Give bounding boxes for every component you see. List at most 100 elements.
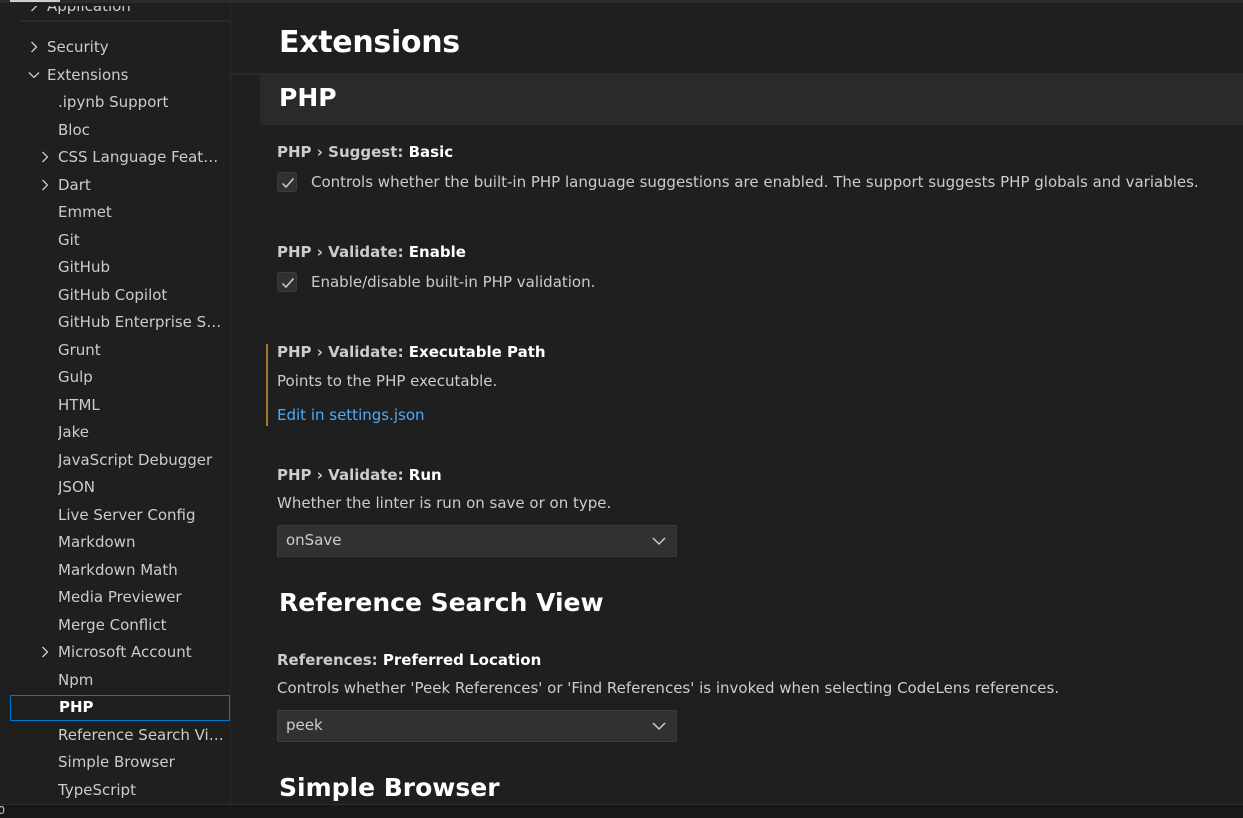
sidebar-item-typescript[interactable]: TypeScript bbox=[10, 778, 230, 804]
sidebar-item-security[interactable]: Security bbox=[10, 35, 230, 61]
setting-key: Run bbox=[408, 466, 442, 484]
status-text: 0 bbox=[0, 804, 5, 817]
sidebar-item-label: TypeScript bbox=[58, 781, 136, 799]
setting-description: Controls whether the built-in PHP langua… bbox=[311, 173, 1199, 191]
sidebar-item-grunt[interactable]: Grunt bbox=[10, 338, 230, 364]
preferred-location-select[interactable]: peek bbox=[277, 710, 677, 742]
sidebar-item-label: PHP bbox=[59, 698, 94, 716]
sidebar-item-label: Extensions bbox=[47, 66, 129, 84]
active-tab-indicator bbox=[10, 0, 60, 2]
setting-category: PHP › Suggest: bbox=[277, 143, 409, 161]
sidebar-item-label: JSON bbox=[58, 478, 95, 496]
sidebar-item-microsoft-account[interactable]: Microsoft Account bbox=[10, 640, 230, 666]
sidebar-item-git[interactable]: Git bbox=[10, 228, 230, 254]
edit-in-settings-json-link[interactable]: Edit in settings.json bbox=[277, 405, 1227, 425]
sidebar-item-reference-search-view[interactable]: Reference Search View bbox=[10, 723, 230, 749]
sidebar-item-npm[interactable]: Npm bbox=[10, 668, 230, 694]
validate-enable-checkbox[interactable] bbox=[277, 272, 297, 292]
setting-php-suggest-basic: PHP › Suggest: Basic Controls whether th… bbox=[277, 142, 1227, 196]
chevron-right-icon[interactable] bbox=[26, 35, 42, 59]
sidebar-item-label: Npm bbox=[58, 671, 94, 689]
sidebar-item-label: Grunt bbox=[58, 341, 101, 359]
sidebar-item-html[interactable]: HTML bbox=[10, 393, 230, 419]
sidebar-item-label: Microsoft Account bbox=[58, 643, 192, 661]
setting-title: PHP › Validate: Run bbox=[277, 465, 1227, 485]
setting-description: Points to the PHP executable. bbox=[277, 372, 498, 390]
validate-run-select[interactable]: onSave bbox=[277, 525, 677, 557]
setting-php-validate-run: PHP › Validate: Run Whether the linter i… bbox=[277, 465, 1227, 557]
setting-key: Enable bbox=[408, 243, 466, 261]
sidebar-item-label: Dart bbox=[58, 176, 91, 194]
sidebar-item-markdown[interactable]: Markdown bbox=[10, 530, 230, 556]
suggest-basic-checkbox[interactable] bbox=[277, 172, 297, 192]
sidebar-item-javascript-debugger[interactable]: JavaScript Debugger bbox=[10, 448, 230, 474]
sidebar-item-json[interactable]: JSON bbox=[10, 475, 230, 501]
sidebar-item-label: Git bbox=[58, 231, 80, 249]
chevron-down-icon[interactable] bbox=[26, 63, 42, 87]
select-value: peek bbox=[286, 716, 323, 734]
sidebar-item-github[interactable]: GitHub bbox=[10, 255, 230, 281]
sidebar-item-bloc[interactable]: Bloc bbox=[10, 118, 230, 144]
sidebar-item-github-enterprise-server-authentication-provider[interactable]: GitHub Enterprise Server Authentication … bbox=[10, 310, 230, 336]
group-title-simple-browser: Simple Browser bbox=[279, 773, 500, 802]
setting-key: Basic bbox=[408, 143, 454, 161]
sidebar-item-markdown-math[interactable]: Markdown Math bbox=[10, 558, 230, 584]
status-bar: 0 bbox=[0, 804, 1243, 818]
sidebar-item-dart[interactable]: Dart bbox=[10, 173, 230, 199]
setting-category: PHP › Validate: bbox=[277, 466, 409, 484]
chevron-right-icon[interactable] bbox=[37, 640, 53, 664]
setting-title: References: Preferred Location bbox=[277, 650, 1227, 670]
checkbox-row: Controls whether the built-in PHP langua… bbox=[277, 172, 1227, 196]
sidebar-item-merge-conflict[interactable]: Merge Conflict bbox=[10, 613, 230, 639]
sidebar-item-label: Emmet bbox=[58, 203, 112, 221]
sidebar-item-label: Gulp bbox=[58, 368, 93, 386]
sidebar-item-label: GitHub bbox=[58, 258, 110, 276]
chevron-down-icon bbox=[652, 722, 666, 731]
sidebar-item-media-previewer[interactable]: Media Previewer bbox=[10, 585, 230, 611]
section-title: PHP bbox=[279, 83, 337, 112]
setting-category: PHP › Validate: bbox=[277, 343, 409, 361]
sidebar-item-jake[interactable]: Jake bbox=[10, 420, 230, 446]
sidebar-item-extensions[interactable]: Extensions bbox=[10, 63, 230, 89]
sidebar-item-label: Merge Conflict bbox=[58, 616, 167, 634]
sidebar-item-github-copilot[interactable]: GitHub Copilot bbox=[10, 283, 230, 309]
setting-title: PHP › Validate: Executable Path bbox=[277, 342, 1227, 362]
setting-php-validate-enable: PHP › Validate: Enable Enable/disable bu… bbox=[277, 242, 1227, 296]
sidebar-item-gulp[interactable]: Gulp bbox=[10, 365, 230, 391]
setting-key: Preferred Location bbox=[382, 651, 542, 669]
sidebar-item-label: GitHub Enterprise Server Authentication … bbox=[58, 313, 226, 331]
sidebar-item-label: CSS Language Features bbox=[58, 148, 226, 166]
sidebar-item-simple-browser[interactable]: Simple Browser bbox=[10, 750, 230, 776]
chevron-down-icon bbox=[652, 537, 666, 546]
sidebar-item-php[interactable]: PHP bbox=[10, 695, 230, 721]
sidebar-item-label: Simple Browser bbox=[58, 753, 175, 771]
sidebar-item-application[interactable]: Application bbox=[10, 6, 230, 20]
select-value: onSave bbox=[286, 531, 342, 549]
settings-toc-sidebar: Application Security Extensions .ipynb Supp… bbox=[0, 3, 231, 805]
toc-sticky-divider bbox=[20, 20, 230, 22]
setting-category: PHP › Validate: bbox=[277, 243, 409, 261]
sidebar-item-live-server-config[interactable]: Live Server Config bbox=[10, 503, 230, 529]
sidebar-item-label: Live Server Config bbox=[58, 506, 196, 524]
setting-description: Whether the linter is run on save or on … bbox=[277, 494, 612, 512]
setting-key: Executable Path bbox=[408, 343, 546, 361]
chevron-right-icon[interactable] bbox=[26, 6, 42, 18]
chevron-right-icon[interactable] bbox=[37, 145, 53, 169]
sidebar-item-label: Bloc bbox=[58, 121, 90, 139]
sidebar-item-css-language-features[interactable]: CSS Language Features bbox=[10, 145, 230, 171]
check-icon bbox=[281, 278, 295, 289]
sidebar-item-label: GitHub Copilot bbox=[58, 286, 168, 304]
group-title-reference-search-view: Reference Search View bbox=[279, 588, 604, 617]
sidebar-item-label: JavaScript Debugger bbox=[58, 451, 213, 469]
sidebar-item-emmet[interactable]: Emmet bbox=[10, 200, 230, 226]
setting-description: Enable/disable built-in PHP validation. bbox=[311, 273, 596, 291]
sidebar-item-label: .ipynb Support bbox=[58, 93, 169, 111]
setting-title: PHP › Suggest: Basic bbox=[277, 142, 1227, 162]
sidebar-item-label: Reference Search View bbox=[58, 726, 226, 744]
sidebar-item-label: Media Previewer bbox=[58, 588, 182, 606]
sidebar-item-label: Jake bbox=[58, 423, 89, 441]
setting-title: PHP › Validate: Enable bbox=[277, 242, 1227, 262]
sidebar-item-ipynb-support[interactable]: .ipynb Support bbox=[10, 90, 230, 116]
sidebar-item-label: Markdown bbox=[58, 533, 136, 551]
chevron-right-icon[interactable] bbox=[37, 173, 53, 197]
